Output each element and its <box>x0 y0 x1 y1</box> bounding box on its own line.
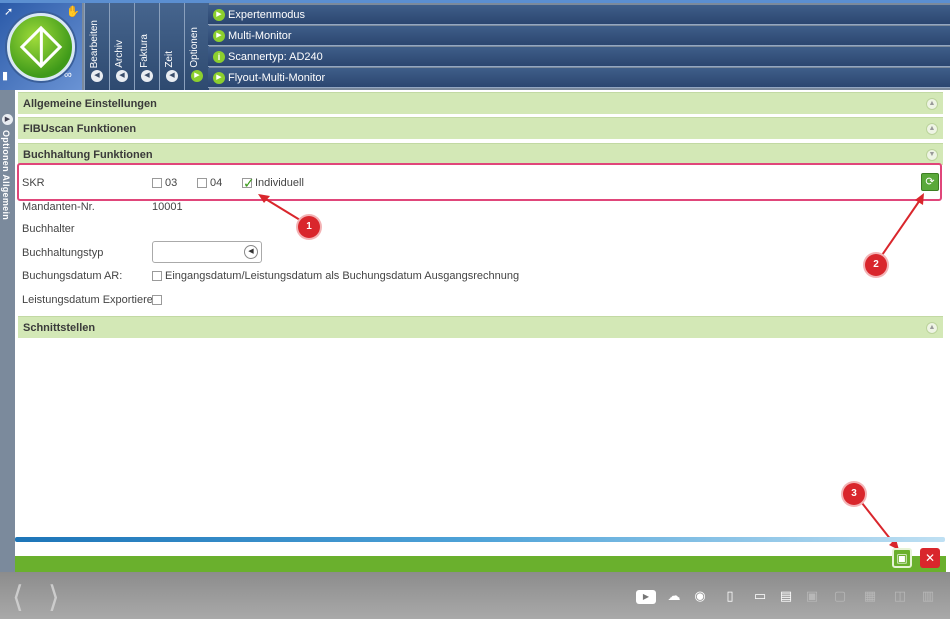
action-bar <box>15 556 946 572</box>
window-icon: ▢ <box>833 588 847 603</box>
monitor-icon[interactable]: ▭ <box>752 589 768 603</box>
print-icon: ▥ <box>921 588 935 603</box>
settings-icon: ◫ <box>893 588 907 603</box>
annotation-badge-3: 3 <box>843 483 865 505</box>
eye-icon[interactable]: ◉ <box>692 589 708 603</box>
arrow-2 <box>879 199 921 259</box>
nav-forward-icon[interactable]: ⟩ <box>48 580 60 615</box>
arrow-1 <box>263 197 301 221</box>
video-icon[interactable]: ▶ <box>636 590 656 604</box>
annotation-badge-2: 2 <box>865 254 887 276</box>
image-icon: ▣ <box>805 588 819 603</box>
progress-bar <box>15 537 945 542</box>
scan-document-icon[interactable]: ▯ <box>722 589 738 603</box>
annotation-arrows <box>258 193 924 550</box>
save-button[interactable]: ▣ <box>892 548 912 568</box>
annotation-badge-1: 1 <box>298 216 320 238</box>
document-list-icon[interactable]: ▤ <box>778 589 794 603</box>
upload-cloud-icon[interactable]: ☁ <box>666 589 682 603</box>
nav-back-icon[interactable]: ⟨ <box>12 580 24 615</box>
close-button[interactable]: ✕ <box>920 548 940 568</box>
save-icon: ▣ <box>896 551 908 565</box>
bottom-toolbar: ⟨ ⟩ ▶ ☁ ◉ ▯ ▭ ▤ ▣ ▢ ▦ ◫ ▥ <box>0 572 950 619</box>
close-icon: ✕ <box>924 551 936 565</box>
arrowhead-2 <box>915 193 924 205</box>
calculator-icon: ▦ <box>863 588 877 603</box>
